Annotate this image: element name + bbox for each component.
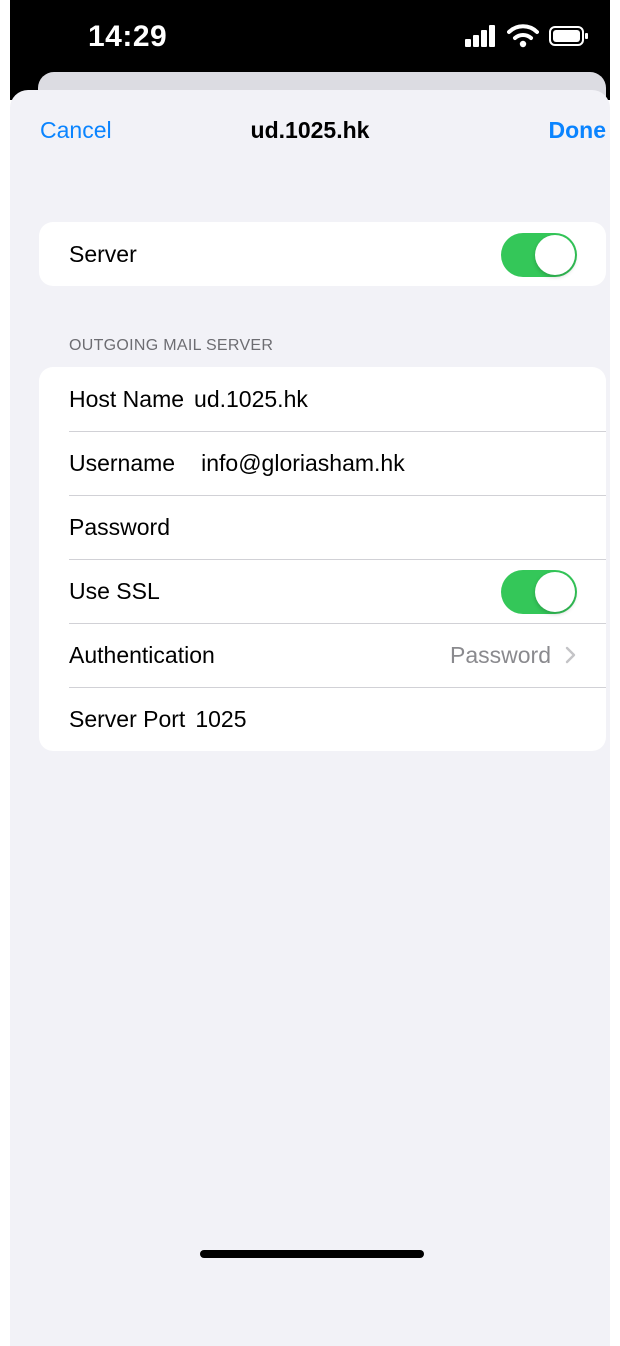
authentication-value: Password — [450, 641, 551, 668]
cellular-signal-icon — [465, 25, 495, 47]
done-button[interactable]: Done — [549, 117, 607, 144]
home-indicator[interactable] — [200, 1250, 424, 1258]
use-ssl-toggle[interactable] — [501, 570, 577, 614]
page-title: ud.1025.hk — [250, 117, 370, 143]
server-port-row[interactable]: Server Port 1025 — [39, 687, 606, 751]
username-label: Username — [69, 449, 176, 476]
status-time: 14:29 — [88, 20, 168, 53]
use-ssl-label: Use SSL — [69, 577, 160, 604]
username-row[interactable]: Username info@gloriasham.hk — [39, 431, 606, 495]
wifi-icon — [507, 24, 539, 48]
server-port-label: Server Port — [69, 705, 186, 732]
section-header-outgoing: OUTGOING MAIL SERVER — [69, 337, 274, 354]
server-toggle-knob — [535, 235, 575, 275]
host-name-label: Host Name — [69, 385, 185, 412]
chevron-right-icon — [565, 646, 576, 664]
server-card: Server — [39, 222, 606, 286]
server-label: Server — [69, 240, 137, 267]
host-name-field[interactable]: ud.1025.hk — [194, 386, 308, 413]
outgoing-server-card: Host Name ud.1025.hk Username info@glori… — [39, 367, 606, 751]
use-ssl-toggle-knob — [535, 572, 575, 612]
password-row[interactable]: Password — [39, 495, 606, 559]
server-row: Server — [39, 222, 606, 286]
host-name-row[interactable]: Host Name ud.1025.hk — [39, 367, 606, 431]
server-port-field[interactable]: 1025 — [195, 706, 246, 733]
authentication-row[interactable]: Authentication Password — [39, 623, 606, 687]
status-icons — [465, 24, 589, 48]
use-ssl-row: Use SSL — [39, 559, 606, 623]
password-label: Password — [69, 513, 170, 540]
battery-icon — [549, 26, 588, 46]
account-sheet: Cancel ud.1025.hk Done Server OUTGOING M… — [10, 90, 610, 1346]
username-field[interactable]: info@gloriasham.hk — [201, 450, 405, 477]
server-toggle[interactable] — [501, 233, 577, 277]
authentication-label: Authentication — [69, 641, 215, 668]
authentication-value-group: Password — [450, 642, 576, 669]
